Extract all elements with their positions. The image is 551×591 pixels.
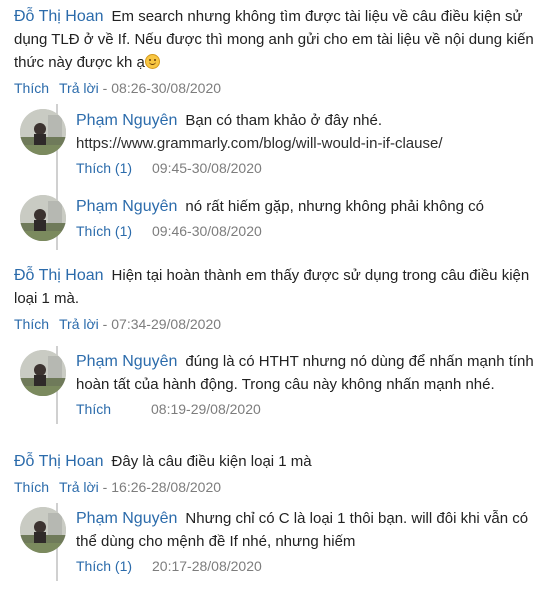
comment-meta: Thích Trả lời - 16:26-28/08/2020 — [14, 477, 539, 497]
reply-content: Phạm Nguyên Nhưng chỉ có C là loại 1 thôi… — [76, 507, 536, 576]
reply-meta: Thích (1) 09:45-30/08/2020 — [76, 158, 536, 178]
reply-text: Phạm Nguyên đúng là có HTHT nhưng nó dùng… — [76, 350, 536, 396]
like-button[interactable]: Thích (1) — [76, 558, 132, 574]
reply-timestamp: 09:45-30/08/2020 — [152, 160, 262, 176]
comment-body: Đây là câu điều kiện loại 1 mà — [111, 453, 312, 470]
avatar[interactable] — [20, 195, 66, 241]
like-button[interactable]: Thích (1) — [76, 223, 132, 239]
meta-separator: - — [98, 479, 112, 495]
avatar[interactable] — [20, 507, 66, 553]
reply-button[interactable]: Trả lời — [59, 479, 99, 495]
meta-separator: - — [98, 80, 112, 96]
reply-meta: Thích (1) 09:46-30/08/2020 — [76, 221, 536, 241]
comment-timestamp: 16:26-28/08/2020 — [111, 479, 222, 495]
reply-text: Phạm Nguyên Nhưng chỉ có C là loại 1 thôi… — [76, 507, 536, 553]
reply-author[interactable]: Phạm Nguyên — [76, 353, 177, 370]
avatar[interactable] — [20, 350, 66, 396]
reply-timestamp: 08:19-29/08/2020 — [151, 401, 261, 417]
reply-text: Phạm Nguyên Bạn có tham khảo ở đây nhé. h… — [76, 109, 536, 155]
avatar[interactable] — [20, 109, 66, 155]
reply-timestamp: 09:46-30/08/2020 — [152, 223, 262, 239]
like-button[interactable]: Thích — [14, 80, 49, 96]
reply-author[interactable]: Phạm Nguyên — [76, 198, 177, 215]
comment-meta: Thích Trả lời - 07:34-29/08/2020 — [14, 314, 539, 334]
like-button[interactable]: Thích — [14, 479, 49, 495]
avatar-image — [20, 507, 66, 553]
reply-body: Bạn có tham khảo ở đây nhé. — [185, 112, 383, 129]
meta-separator: - — [98, 316, 112, 332]
reply-timestamp: 20:17-28/08/2020 — [152, 558, 262, 574]
comment-author[interactable]: Đỗ Thị Hoan — [14, 8, 104, 25]
avatar-image — [20, 195, 66, 241]
comment-author[interactable]: Đỗ Thị Hoan — [14, 267, 104, 284]
comment-text: Đỗ Thị Hoan Em search nhưng không tìm đượ… — [14, 5, 539, 74]
like-button[interactable]: Thích — [76, 401, 111, 417]
reply-content: Phạm Nguyên Bạn có tham khảo ở đây nhé. h… — [76, 109, 536, 178]
reply-body: nó rất hiếm gặp, nhưng không phải không … — [185, 198, 484, 215]
reply-meta: Thích (1) 20:17-28/08/2020 — [76, 556, 536, 576]
reply-content: Phạm Nguyên nó rất hiếm gặp, nhưng không … — [76, 195, 536, 241]
comment-text: Đỗ Thị Hoan Hiện tại hoàn thành em thấy đ… — [14, 264, 539, 310]
reply-content: Phạm Nguyên đúng là có HTHT nhưng nó dùng… — [76, 350, 536, 419]
comment-timestamp: 08:26-30/08/2020 — [111, 80, 222, 96]
comment-meta: Thích Trả lời - 08:26-30/08/2020 — [14, 78, 539, 98]
comment: Đỗ Thị Hoan Hiện tại hoàn thành em thấy đ… — [14, 264, 539, 334]
reply-button[interactable]: Trả lời — [59, 80, 99, 96]
comment-timestamp: 07:34-29/08/2020 — [111, 316, 222, 332]
like-button[interactable]: Thích — [14, 316, 49, 332]
reply-button[interactable]: Trả lời — [59, 316, 99, 332]
comment-thread: Đỗ Thị Hoan Em search nhưng không tìm đượ… — [0, 0, 551, 591]
comment: Đỗ Thị Hoan Em search nhưng không tìm đượ… — [14, 5, 539, 98]
avatar-image — [20, 109, 66, 155]
comment: Đỗ Thị Hoan Đây là câu điều kiện loại 1 m… — [14, 450, 539, 497]
reply-author[interactable]: Phạm Nguyên — [76, 510, 177, 527]
reply-link[interactable]: https://www.grammarly.com/blog/will-woul… — [76, 135, 443, 152]
avatar-image — [20, 350, 66, 396]
reply-text: Phạm Nguyên nó rất hiếm gặp, nhưng không … — [76, 195, 536, 218]
like-button[interactable]: Thích (1) — [76, 160, 132, 176]
comment-author[interactable]: Đỗ Thị Hoan — [14, 453, 104, 470]
comment-text: Đỗ Thị Hoan Đây là câu điều kiện loại 1 m… — [14, 450, 539, 473]
smiling-face-icon — [144, 54, 160, 69]
reply-meta: Thích 08:19-29/08/2020 — [76, 399, 536, 419]
reply-author[interactable]: Phạm Nguyên — [76, 112, 177, 129]
